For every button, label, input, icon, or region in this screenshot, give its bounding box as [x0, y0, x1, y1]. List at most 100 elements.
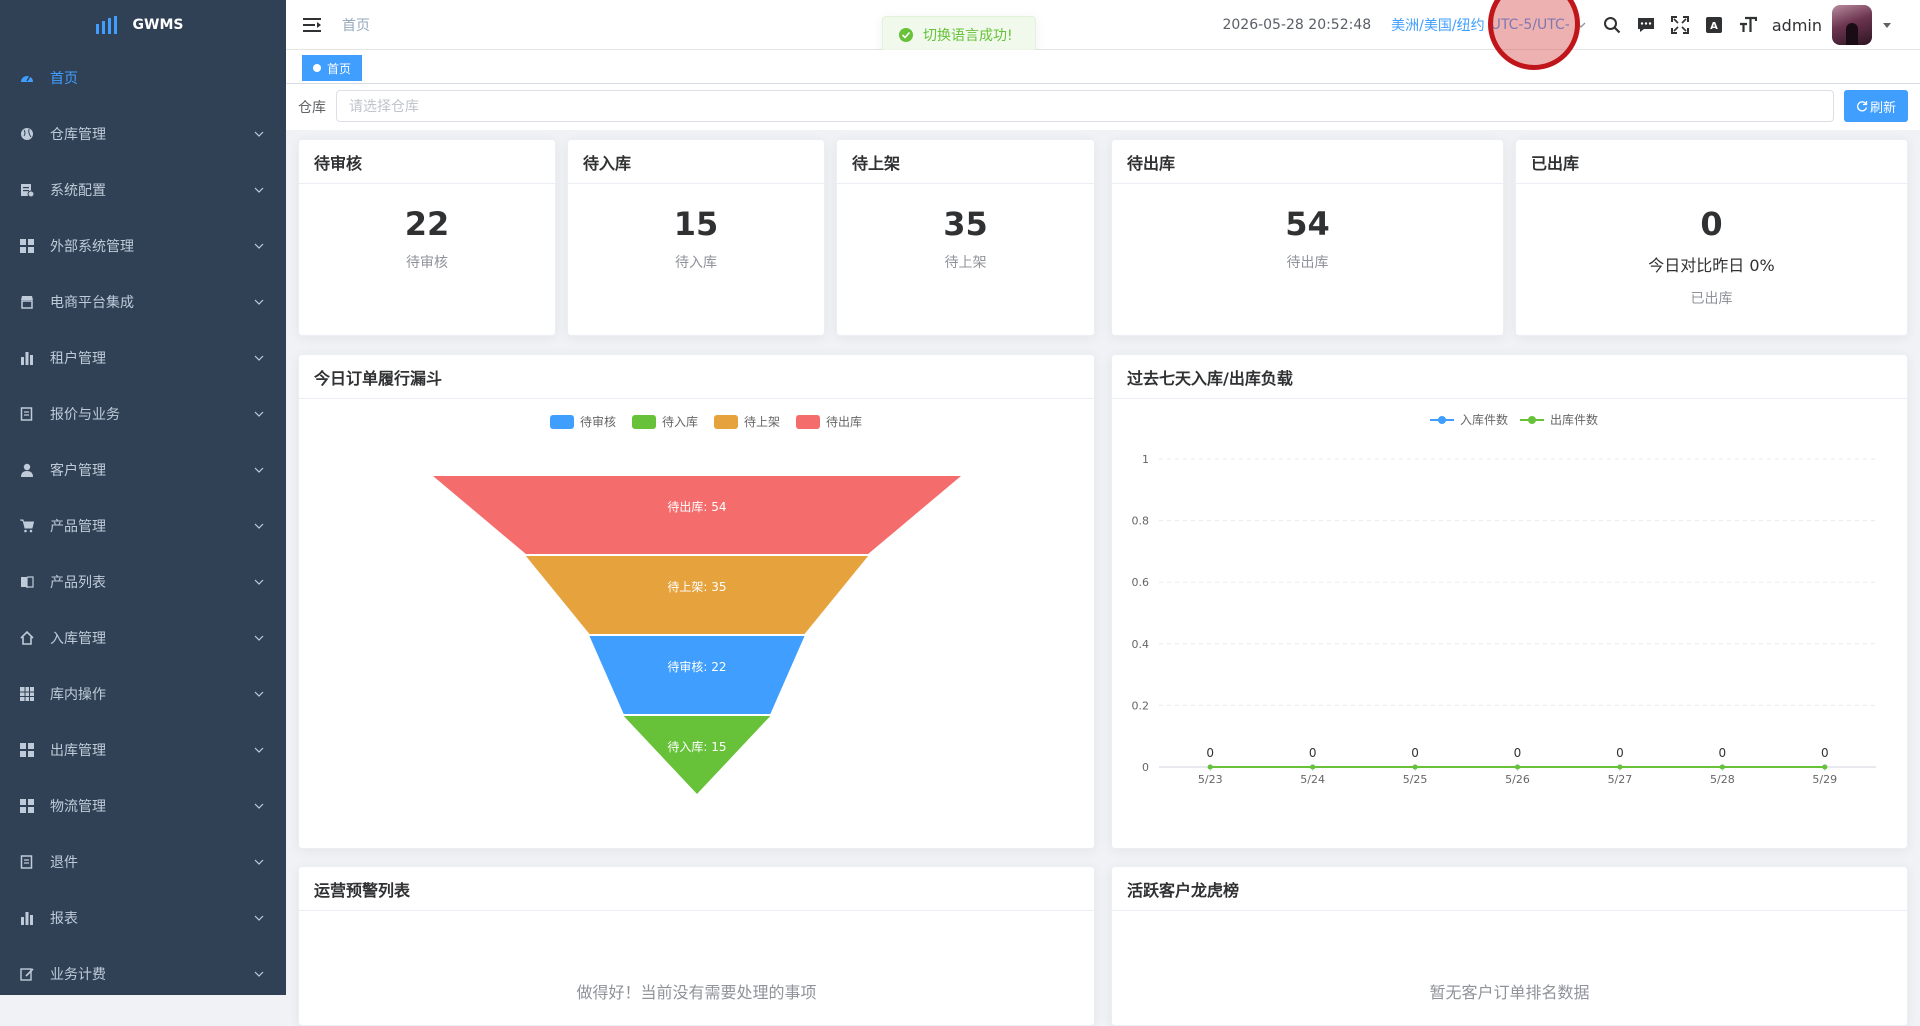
alerts-panel: 运营预警列表 做得好！当前没有需要处理的事项 [298, 866, 1095, 1026]
sidebar-item[interactable]: 系统配置 [0, 162, 286, 218]
top-navbar: 首页 2026-05-28 20:52:48 美洲/美国/纽约 UTC-5/UTC… [286, 0, 1920, 50]
sidebar-item[interactable]: 报价与业务 [0, 386, 286, 442]
chevron-down-icon [254, 355, 264, 361]
sidebar-item-label: 仓库管理 [50, 127, 106, 143]
funnel-stage[interactable] [525, 556, 869, 634]
data-label: 0 [1616, 746, 1624, 760]
stat-title: 待出库 [1112, 140, 1503, 184]
chevron-down-icon [254, 411, 264, 417]
legend-marker [1438, 416, 1446, 424]
sidebar-item[interactable]: 仓库管理 [0, 106, 286, 162]
stat-sub: 待审核 [406, 255, 448, 271]
data-point[interactable] [1207, 764, 1213, 770]
panel-title: 活跃客户龙虎榜 [1112, 867, 1907, 911]
cart-icon [20, 519, 34, 533]
tag-home[interactable]: 首页 [302, 55, 363, 81]
edit-icon [20, 967, 34, 981]
user-dropdown[interactable]: admin [1772, 5, 1892, 45]
stat-card-pending-review: 待审核 22 待审核 [298, 139, 556, 336]
panel-title: 今日订单履行漏斗 [299, 355, 1094, 399]
logo-icon [95, 16, 117, 34]
sidebar-item[interactable]: 业务计费 [0, 946, 286, 995]
alerts-empty-text: 做得好！当前没有需要处理的事项 [576, 983, 817, 1002]
success-toast: 切换语言成功! [882, 16, 1036, 54]
sidebar-menu: 首页仓库管理系统配置外部系统管理电商平台集成租户管理报价与业务 客户管理 产品管理产… [0, 50, 286, 995]
stat-sub: 待入库 [675, 255, 717, 271]
data-point[interactable] [1719, 764, 1725, 770]
data-point[interactable] [1310, 764, 1316, 770]
toast-message: 切换语言成功! [923, 28, 1013, 44]
table-icon [20, 687, 34, 701]
bar-chart-icon [20, 911, 34, 925]
sidebar-item-label: 外部系统管理 [50, 239, 134, 255]
stat-title: 待上架 [837, 140, 1094, 184]
tags-view: 首页 [286, 50, 1920, 84]
funnel-stage[interactable] [589, 636, 805, 714]
hamburger-icon[interactable] [302, 15, 322, 35]
warehouse-select[interactable]: 请选择仓库 [336, 90, 1834, 122]
legend-label: 入库件数 [1460, 412, 1508, 427]
sidebar-item-label: 产品列表 [50, 575, 106, 591]
message-icon[interactable] [1636, 15, 1656, 35]
document-icon [20, 407, 34, 421]
search-icon[interactable] [1602, 15, 1622, 35]
app-logo[interactable]: GWMS [0, 0, 286, 50]
funnel-stage[interactable] [623, 716, 771, 794]
grid-icon [20, 743, 34, 757]
sidebar-item[interactable]: 出库管理 [0, 722, 286, 778]
sidebar-item[interactable]: 物流管理 [0, 778, 286, 834]
x-tick-label: 5/24 [1300, 773, 1325, 786]
shop-icon [20, 295, 34, 309]
stat-value: 54 [1285, 205, 1330, 243]
chevron-down-icon [254, 187, 264, 193]
stat-sub: 已出库 [1690, 291, 1733, 307]
legend-item[interactable]: 入库件数 [1430, 412, 1508, 427]
sidebar-item[interactable]: 产品列表 [0, 554, 286, 610]
data-point[interactable] [1822, 764, 1828, 770]
timezone-label: 美洲/美国/纽约 [1391, 18, 1485, 34]
sidebar-item-label: 库内操作 [50, 687, 106, 703]
x-tick-label: 5/26 [1505, 773, 1530, 786]
chevron-down-icon [254, 803, 264, 809]
sidebar-item[interactable]: 电商平台集成 [0, 274, 286, 330]
data-point[interactable] [1412, 764, 1418, 770]
chevron-down-icon [254, 299, 264, 305]
sidebar-item-label: 退件 [50, 855, 78, 871]
chevron-down-icon [254, 747, 264, 753]
legend-item[interactable]: 出库件数 [1520, 412, 1598, 427]
fullscreen-icon[interactable] [1670, 15, 1690, 35]
sidebar-item[interactable]: 外部系统管理 [0, 218, 286, 274]
timezone-offset: UTC-5/UTC- [1490, 17, 1570, 33]
sidebar-item[interactable]: 退件 [0, 834, 286, 890]
sidebar-item[interactable]: 报表 [0, 890, 286, 946]
load-line-chart: 入库件数 出库件数 0 0.2 0.4 0.6 0.8 1 5/23 5/24 5/25 5/26 5/… [1132, 412, 1876, 786]
legend-marker [1528, 416, 1536, 424]
avatar[interactable] [1832, 5, 1872, 45]
data-label: 0 [1411, 746, 1419, 760]
sidebar-item[interactable]: 入库管理 [0, 610, 286, 666]
stat-value: 35 [943, 205, 988, 243]
funnel-stage[interactable] [433, 476, 961, 554]
stat-title: 已出库 [1516, 140, 1907, 184]
chevron-down-icon [254, 467, 264, 473]
load-panel: 过去七天入库/出库负载 入库件数 出库件数 0 0.2 0.4 0.6 0.8 1 5/23 5/… [1111, 354, 1908, 849]
chevron-down-icon [254, 523, 264, 529]
data-point[interactable] [1515, 764, 1520, 770]
breadcrumb[interactable]: 首页 [342, 15, 370, 35]
language-icon[interactable]: A [1704, 15, 1724, 35]
sidebar-item[interactable]: 产品管理 [0, 498, 286, 554]
font-size-icon[interactable] [1738, 15, 1758, 35]
sidebar-item[interactable]: 租户管理 [0, 330, 286, 386]
svg-text:A: A [1710, 21, 1718, 32]
sidebar-item-label: 租户管理 [50, 351, 106, 367]
refresh-button[interactable]: 刷新 [1844, 90, 1908, 122]
sidebar-item[interactable]: 首页 [0, 50, 286, 106]
y-tick-label: 0.4 [1132, 638, 1150, 651]
sidebar-item[interactable]: 客户管理 [0, 442, 286, 498]
data-point[interactable] [1617, 764, 1623, 770]
sidebar-item[interactable]: 库内操作 [0, 666, 286, 722]
funnel-stage-label: 待上架: 35 [667, 580, 726, 594]
username: admin [1771, 15, 1822, 35]
tag-label: 首页 [327, 61, 352, 76]
timezone-select[interactable]: 美洲/美国/纽约 UTC-5/UTC- [1391, 15, 1586, 35]
